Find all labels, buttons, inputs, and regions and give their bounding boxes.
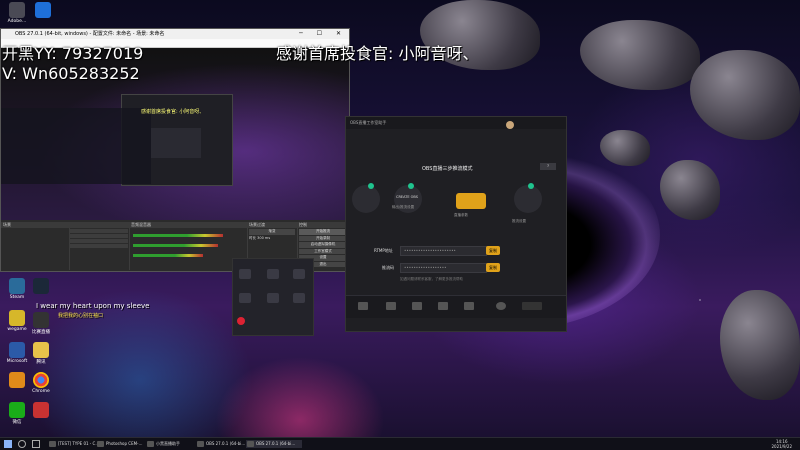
avatar[interactable] xyxy=(506,121,514,129)
preview-overlay-text: 感谢首席投食官: 小阿音呀、 xyxy=(141,109,205,115)
start-icon[interactable] xyxy=(4,440,12,448)
desktop-icon[interactable]: 腾讯 xyxy=(24,342,58,365)
desktop-icon[interactable] xyxy=(26,2,60,19)
scenes-dock[interactable]: 场景 xyxy=(1,222,70,270)
start-recording-button[interactable]: 开始录制 xyxy=(299,235,347,241)
assistant-title-bar: OBS直播工作室助手 xyxy=(346,117,566,129)
step-circle[interactable] xyxy=(352,185,380,213)
audio-meter xyxy=(133,254,203,257)
lyric-chinese: 我把我的心别在袖口 xyxy=(58,313,104,319)
clock[interactable]: 14:16 2021/9/22 xyxy=(771,439,792,449)
overlay-wechat-text: V: Wn605283252 xyxy=(2,64,140,83)
desktop-icon[interactable]: Chrome xyxy=(24,372,58,394)
asteroid xyxy=(600,130,650,166)
audio-meter xyxy=(133,234,223,237)
asteroid xyxy=(580,20,700,90)
taskbar-item[interactable]: OBS 27.0.1 (64-bi… xyxy=(246,440,302,448)
status-badge xyxy=(522,302,542,310)
assistant-toolbar[interactable] xyxy=(346,295,566,318)
check-icon xyxy=(408,183,414,189)
check-icon xyxy=(368,183,374,189)
help-button[interactable]: ? xyxy=(540,163,556,170)
step-active[interactable] xyxy=(456,193,486,209)
asteroid xyxy=(660,160,720,220)
audio-meter xyxy=(133,244,218,247)
overlay-yy-text: 开黑YY: 79327019 xyxy=(2,44,144,63)
start-streaming-button[interactable]: 开始推流 xyxy=(299,229,347,235)
toolbar-icon[interactable] xyxy=(412,302,422,310)
step-circle[interactable] xyxy=(514,185,542,213)
quick-button[interactable] xyxy=(293,293,305,303)
desktop-icon[interactable] xyxy=(24,278,58,295)
asteroid xyxy=(690,50,800,140)
studio-mode-button[interactable]: 工作室模式 xyxy=(299,248,347,254)
taskbar-item[interactable]: 小黑直播助手 xyxy=(146,440,202,448)
copy-rtmp-button[interactable]: 复制 xyxy=(486,246,500,255)
stream-key-field[interactable]: •••••••••••••••••• xyxy=(400,263,487,273)
transition-select[interactable]: 渐变 xyxy=(249,229,295,235)
desktop-icon[interactable] xyxy=(24,402,58,419)
overlay-thanks-text: 感谢首席投食官: 小阿音呀、 xyxy=(276,44,479,63)
quick-controls-panel[interactable] xyxy=(232,258,314,336)
task-view-icon[interactable] xyxy=(32,440,40,448)
quick-button[interactable] xyxy=(239,269,251,279)
asteroid xyxy=(720,290,800,400)
check-icon xyxy=(528,183,534,189)
taskbar-item[interactable]: OBS 27.0.1 (64-bi… xyxy=(196,440,252,448)
virtual-camera-button[interactable]: 启动虚拟摄像机 xyxy=(299,242,347,248)
sources-dock[interactable] xyxy=(69,222,130,270)
stream-assistant-window[interactable]: OBS直播工作室助手 OBS直播三步推流模式 ? CREATE OBS 输出/推… xyxy=(345,116,567,332)
settings-gear-icon[interactable] xyxy=(496,302,506,310)
search-icon[interactable] xyxy=(18,440,26,448)
audio-mixer-dock[interactable]: 音频混音器 xyxy=(129,222,248,270)
window-controls[interactable]: ─ ☐ ✕ xyxy=(299,29,347,39)
lyric-english: I wear my heart upon my sleeve xyxy=(36,302,150,310)
quick-button[interactable] xyxy=(293,269,305,279)
quick-button[interactable] xyxy=(239,293,251,303)
quick-button[interactable] xyxy=(267,269,279,279)
taskbar[interactable]: [TEST] TYPE 01 - C… Photoshop CEM-… 小黑直播… xyxy=(0,437,800,450)
rtmp-url-field[interactable]: •••••••••••••••••••••• xyxy=(400,246,487,256)
toolbar-icon[interactable] xyxy=(438,302,448,310)
taskbar-item[interactable]: Photoshop CEM-… xyxy=(96,440,152,448)
toolbar-icon[interactable] xyxy=(358,302,368,310)
toolbar-icon[interactable] xyxy=(386,302,396,310)
quick-button[interactable] xyxy=(267,293,279,303)
obs-title-bar: OBS 27.0.1 (64-bit, windows) - 配置文件: 未命名… xyxy=(1,29,349,39)
mode-title: OBS直播三步推流模式 xyxy=(422,166,473,172)
desktop-icon[interactable]: 比赛直播 xyxy=(24,312,58,335)
toolbar-icon[interactable] xyxy=(464,302,474,310)
system-tray[interactable] xyxy=(700,441,760,447)
copy-key-button[interactable]: 复制 xyxy=(486,263,500,272)
record-icon[interactable] xyxy=(237,317,245,325)
